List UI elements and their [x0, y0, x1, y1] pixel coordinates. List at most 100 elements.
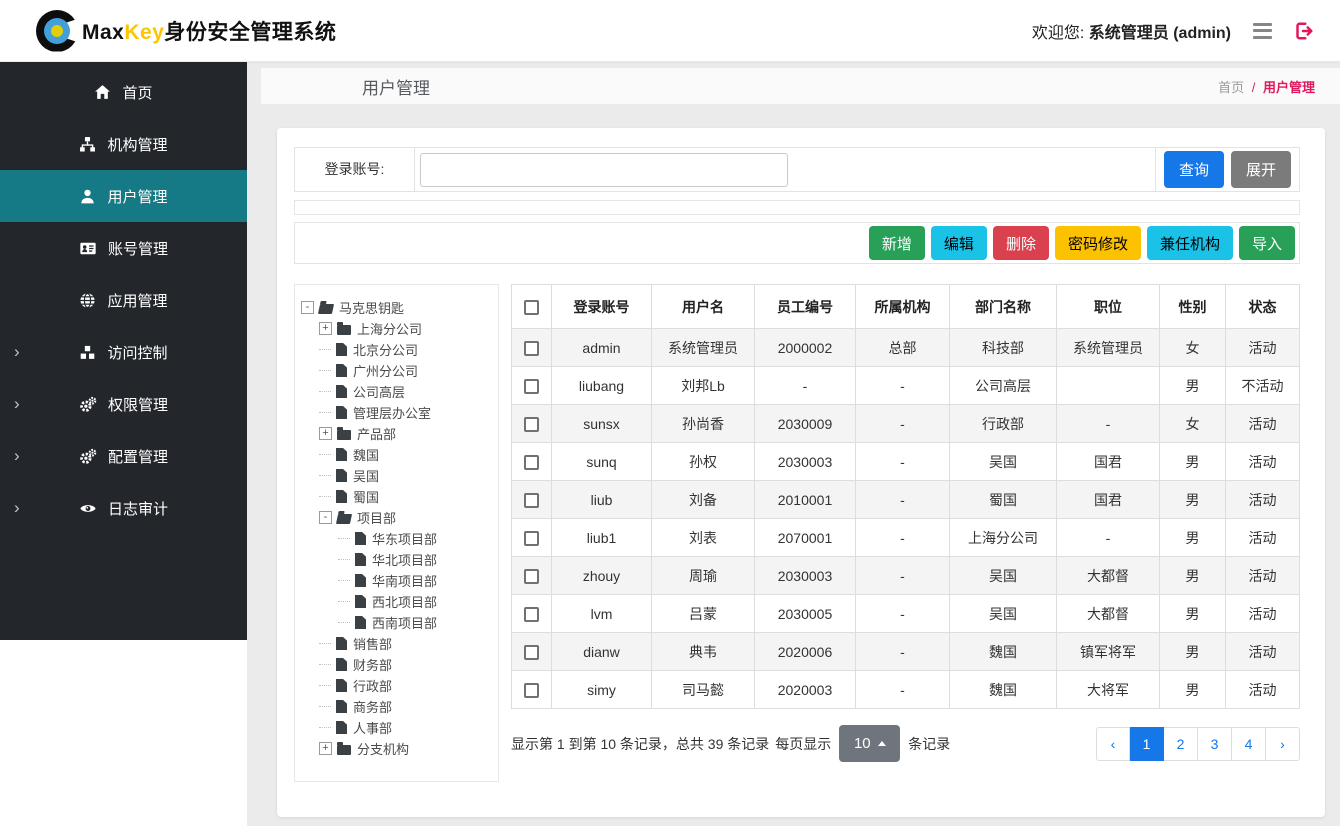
- table-row[interactable]: zhouy周瑜2030003-吴国大都督男活动: [512, 557, 1300, 595]
- row-checkbox[interactable]: [524, 645, 539, 660]
- tree-node[interactable]: +产品部: [301, 423, 492, 444]
- query-button[interactable]: 查询: [1164, 151, 1224, 188]
- file-icon: [336, 658, 347, 671]
- tree-collapse-icon[interactable]: -: [301, 301, 314, 314]
- page-button-3[interactable]: 3: [1198, 727, 1232, 761]
- tree-node[interactable]: 北京分公司: [301, 339, 492, 360]
- row-checkbox[interactable]: [524, 417, 539, 432]
- expand-button[interactable]: 展开: [1231, 151, 1291, 188]
- table-row[interactable]: admin系统管理员2000002总部科技部系统管理员女活动: [512, 329, 1300, 367]
- sidebar-item-home[interactable]: 首页: [0, 66, 247, 118]
- sidebar-item-access-control[interactable]: › 访问控制: [0, 326, 247, 378]
- sidebar-item-audit[interactable]: › 日志审计: [0, 482, 247, 534]
- table-row[interactable]: liub1刘表2070001-上海分公司-男活动: [512, 519, 1300, 557]
- table-row[interactable]: dianw典韦2020006-魏国镇军将军男活动: [512, 633, 1300, 671]
- row-checkbox[interactable]: [524, 493, 539, 508]
- tree-node[interactable]: 商务部: [301, 696, 492, 717]
- table-row[interactable]: sunq孙权2030003-吴国国君男活动: [512, 443, 1300, 481]
- tree-expand-icon[interactable]: +: [319, 427, 332, 440]
- row-checkbox[interactable]: [524, 683, 539, 698]
- col-header-name: 用户名: [652, 285, 755, 329]
- sidebar-item-accounts[interactable]: 账号管理: [0, 222, 247, 274]
- user-icon: [79, 188, 96, 205]
- change-password-button[interactable]: 密码修改: [1055, 226, 1141, 260]
- row-checkbox[interactable]: [524, 379, 539, 394]
- menu-toggle-icon[interactable]: [1253, 23, 1272, 39]
- table-row[interactable]: lvm吕蒙2030005-吴国大都督男活动: [512, 595, 1300, 633]
- maxkey-logo-icon: [36, 10, 78, 52]
- row-checkbox[interactable]: [524, 531, 539, 546]
- logout-icon[interactable]: [1294, 21, 1314, 41]
- sidebar-item-apps[interactable]: 应用管理: [0, 274, 247, 326]
- table-row[interactable]: sunsx孙尚香2030009-行政部-女活动: [512, 405, 1300, 443]
- tree-node[interactable]: +上海分公司: [301, 318, 492, 339]
- tree-node[interactable]: 行政部: [301, 675, 492, 696]
- add-button[interactable]: 新增: [869, 226, 925, 260]
- sidebar-item-label: 访问控制: [107, 342, 167, 363]
- page-button-1[interactable]: 1: [1130, 727, 1164, 761]
- tree-node[interactable]: 公司高层: [301, 381, 492, 402]
- select-all-checkbox[interactable]: [524, 300, 539, 315]
- prev-page-button[interactable]: ‹: [1096, 727, 1130, 761]
- row-checkbox[interactable]: [524, 607, 539, 622]
- adjunct-org-button[interactable]: 兼任机构: [1147, 226, 1233, 260]
- current-user: 系统管理员 (admin): [1089, 25, 1231, 42]
- next-page-button[interactable]: ›: [1266, 727, 1300, 761]
- sidebar-item-permissions[interactable]: › 权限管理: [0, 378, 247, 430]
- tree-node[interactable]: -项目部: [301, 507, 492, 528]
- page-button-2[interactable]: 2: [1164, 727, 1198, 761]
- file-icon: [336, 406, 347, 419]
- row-checkbox[interactable]: [524, 569, 539, 584]
- sidebar-item-config[interactable]: › 配置管理: [0, 430, 247, 482]
- tree-node[interactable]: 销售部: [301, 633, 492, 654]
- brand-max: Max: [82, 21, 124, 44]
- globe-icon: [79, 292, 96, 309]
- tree-expand-icon[interactable]: +: [319, 742, 332, 755]
- tree-node[interactable]: 华东项目部: [301, 528, 492, 549]
- table-header-row: 登录账号 用户名 员工编号 所属机构 部门名称 职位 性别 状态: [512, 285, 1300, 329]
- table-row[interactable]: liubang刘邦Lb--公司高层男不活动: [512, 367, 1300, 405]
- sidebar-item-org[interactable]: 机构管理: [0, 118, 247, 170]
- col-header-empno: 员工编号: [755, 285, 856, 329]
- tree-node-label: 华北项目部: [372, 550, 437, 569]
- tree-collapse-icon[interactable]: -: [319, 511, 332, 524]
- tree-node-label: 广州分公司: [353, 361, 418, 380]
- row-checkbox[interactable]: [524, 455, 539, 470]
- sidebar-item-label: 首页: [122, 82, 152, 103]
- brand-logo: MaxKey身份安全管理系统: [36, 10, 336, 52]
- app-header: MaxKey身份安全管理系统 欢迎您: 系统管理员 (admin): [0, 0, 1340, 62]
- main-card: 登录账号: 查询 展开 新增 编辑 删除 密码修改 兼任机构 导入 -马克思钥匙…: [277, 128, 1325, 817]
- login-account-input[interactable]: [420, 153, 788, 187]
- edit-button[interactable]: 编辑: [931, 226, 987, 260]
- col-header-login: 登录账号: [552, 285, 652, 329]
- tree-node[interactable]: 蜀国: [301, 486, 492, 507]
- row-checkbox[interactable]: [524, 341, 539, 356]
- tree-node[interactable]: 吴国: [301, 465, 492, 486]
- tree-node[interactable]: 西南项目部: [301, 612, 492, 633]
- tree-node[interactable]: 魏国: [301, 444, 492, 465]
- tree-node[interactable]: 西北项目部: [301, 591, 492, 612]
- tree-node[interactable]: 财务部: [301, 654, 492, 675]
- breadcrumb-home[interactable]: 首页: [1218, 80, 1244, 95]
- tree-node[interactable]: 管理层办公室: [301, 402, 492, 423]
- page-size-select[interactable]: 10: [839, 725, 900, 762]
- tree-node-label: 魏国: [353, 445, 379, 464]
- import-button[interactable]: 导入: [1239, 226, 1295, 260]
- table-row[interactable]: liub刘备2010001-蜀国国君男活动: [512, 481, 1300, 519]
- tree-node[interactable]: 人事部: [301, 717, 492, 738]
- sidebar-item-users[interactable]: 用户管理: [0, 170, 247, 222]
- folder-open-icon: [318, 304, 334, 314]
- tree-node[interactable]: 广州分公司: [301, 360, 492, 381]
- delete-button[interactable]: 删除: [993, 226, 1049, 260]
- page-button-4[interactable]: 4: [1232, 727, 1266, 761]
- table-row[interactable]: simy司马懿2020003-魏国大将军男活动: [512, 671, 1300, 709]
- sidebar: 首页 机构管理 用户管理 账号管理 应用管理 › 访问控制 › 权限管理 › 配…: [0, 62, 247, 640]
- tree-node[interactable]: -马克思钥匙: [301, 297, 492, 318]
- pager: ‹ 1 2 3 4 ›: [1096, 727, 1300, 761]
- tree-expand-icon[interactable]: +: [319, 322, 332, 335]
- tree-node-label: 财务部: [353, 655, 392, 674]
- tree-node[interactable]: +分支机构: [301, 738, 492, 759]
- tree-node[interactable]: 华北项目部: [301, 549, 492, 570]
- sidebar-item-label: 应用管理: [107, 290, 167, 311]
- tree-node[interactable]: 华南项目部: [301, 570, 492, 591]
